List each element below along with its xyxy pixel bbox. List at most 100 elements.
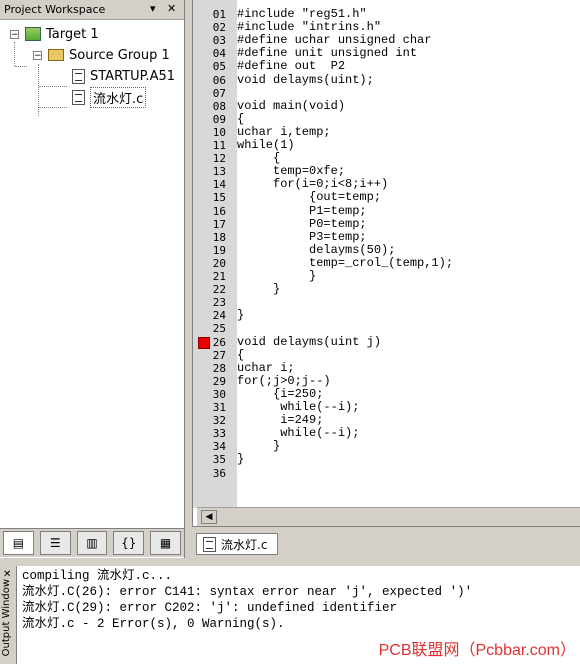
line-number: 36 (212, 466, 226, 480)
line-number: 29 (212, 374, 226, 388)
output-window-label: Output Window (1, 578, 12, 656)
workspace-tabs: ▤ ☰ ▥ {} ▦ (0, 528, 184, 557)
horizontal-scrollbar[interactable]: ◀ (197, 507, 580, 526)
line-number: 21 (212, 270, 226, 283)
code-line: {i=250; (237, 386, 324, 401)
code-line: #include "intrins.h" (237, 20, 382, 35)
code-line: i=249; (237, 413, 324, 428)
line-number: 33 (212, 427, 226, 441)
code-line: uchar i,temp; (237, 124, 331, 139)
line-number: 03 (212, 34, 226, 48)
watermark: PCB联盟网（Pcbbar.com） (378, 642, 576, 659)
file-icon (72, 68, 85, 84)
line-number: 13 (212, 165, 226, 179)
line-number: 20 (212, 256, 226, 270)
code-line: P0=temp; (237, 216, 367, 231)
line-number: 25 (212, 322, 226, 336)
code-line: { (237, 347, 245, 362)
output-line: 流水灯.c - 2 Error(s), 0 Warning(s). (22, 617, 285, 631)
code-line: void delayms(uint j) (237, 334, 382, 349)
tree-item-file[interactable]: 流水灯.c (72, 86, 147, 108)
target-icon (25, 27, 41, 41)
tree-item-label: 流水灯.c (90, 86, 147, 108)
output-line: compiling 流水灯.c... (22, 569, 173, 583)
code-area[interactable]: #include "reg51.h" #include "intrins.h" #d… (237, 0, 580, 508)
line-number: 18 (212, 230, 226, 244)
code-line: } (237, 452, 245, 467)
tree-item-label: Source Group 1 (69, 47, 170, 63)
line-number: 11 (212, 139, 226, 152)
tab-regs[interactable]: ☰ (39, 531, 71, 555)
editor-tab-bar: 流水灯.c (192, 526, 580, 559)
tree-item-label: Target 1 (46, 26, 99, 42)
line-number: 19 (212, 243, 226, 257)
dropdown-icon[interactable]: ▾ (150, 2, 156, 15)
code-line: while(1) (237, 138, 295, 152)
file-icon (72, 89, 85, 105)
line-number: 17 (212, 217, 226, 231)
code-line: #define uchar unsigned char (237, 33, 432, 48)
code-line: while(--i); (237, 426, 360, 441)
line-number: 24 (212, 309, 226, 323)
code-line: } (237, 269, 317, 283)
code-line: for(i=0;i<8;i++) (237, 177, 389, 192)
tab-files[interactable]: ▤ (3, 531, 34, 555)
line-number: 08 (212, 99, 226, 113)
collapse-icon[interactable]: − (33, 50, 42, 60)
line-number: 34 (212, 440, 226, 454)
books-tab-icon: ▥ (86, 536, 98, 550)
code-line: } (237, 308, 245, 323)
registers-tab-icon: ☰ (49, 536, 61, 550)
code-line: void delayms(uint); (237, 72, 374, 87)
workspace-title-bar: Project Workspace ▾ ✕ (0, 0, 184, 20)
functions-tab-icon: {} (121, 536, 137, 550)
line-number-gutter: 01 02 03 04 05 06 07 08 09 10 11 12 13 14 15 16 17 18 19 20… (193, 0, 237, 508)
close-icon[interactable]: ✕ (167, 2, 176, 15)
line-number: 16 (212, 204, 226, 218)
tab-books[interactable]: ▥ (76, 531, 108, 555)
breakpoint-marker[interactable] (198, 336, 210, 349)
tab-templates[interactable]: ▦ (150, 531, 181, 555)
code-line: while(--i); (237, 400, 360, 414)
line-number: 31 (212, 401, 226, 414)
code-line: } (237, 282, 281, 297)
line-number: 23 (212, 296, 226, 310)
tree-item-target[interactable]: − Target 1 (10, 25, 99, 43)
line-number: 05 (212, 60, 226, 74)
line-number: 32 (212, 414, 226, 428)
code-line: temp=0xfe; (237, 164, 346, 179)
line-number: 30 (212, 387, 226, 401)
workspace-title: Project Workspace (4, 3, 106, 16)
line-number: 06 (212, 73, 226, 87)
line-number: 35 (212, 453, 226, 467)
code-line: #define out P2 (237, 59, 346, 74)
tab-functions[interactable]: {} (113, 531, 145, 555)
output-line: 流水灯.C(26): error C141: syntax error near… (22, 585, 473, 599)
line-number: 22 (212, 283, 226, 297)
tab-source-file[interactable]: 流水灯.c (196, 533, 279, 555)
tree-item-file[interactable]: STARTUP.A51 (72, 67, 175, 85)
collapse-icon[interactable]: − (10, 29, 19, 39)
line-number: 27 (212, 348, 226, 362)
scroll-left-icon[interactable]: ◀ (201, 510, 217, 524)
line-number: 04 (212, 47, 226, 61)
output-side-bar: ✕ Output Window (0, 566, 17, 664)
line-number: 12 (212, 152, 226, 166)
tree-item-label: STARTUP.A51 (90, 68, 176, 84)
line-number: 01 (212, 8, 226, 21)
code-editor[interactable]: 01 02 03 04 05 06 07 08 09 10 11 12 13 14 15 16 17 18 19 20… (192, 0, 580, 526)
output-line: 流水灯.C(29): error C202: 'j': undefined id… (22, 601, 398, 615)
tab-label: 流水灯.c (221, 537, 268, 552)
line-number: 02 (212, 21, 226, 35)
templates-tab-icon: ▦ (159, 536, 172, 550)
line-number: 15 (212, 191, 226, 205)
tree-item-source-group[interactable]: − Source Group 1 (33, 46, 170, 64)
project-tree: − Target 1 − Source Group 1 STARTUP.A51 … (0, 20, 184, 526)
code-line: for(;j>0;j--) (237, 373, 331, 388)
line-number: 28 (212, 361, 226, 375)
file-icon (203, 536, 216, 552)
code-line: uchar i; (237, 360, 295, 375)
code-line: P1=temp; (237, 203, 367, 218)
code-line: P3=temp; (237, 229, 367, 244)
folder-icon (48, 49, 64, 61)
